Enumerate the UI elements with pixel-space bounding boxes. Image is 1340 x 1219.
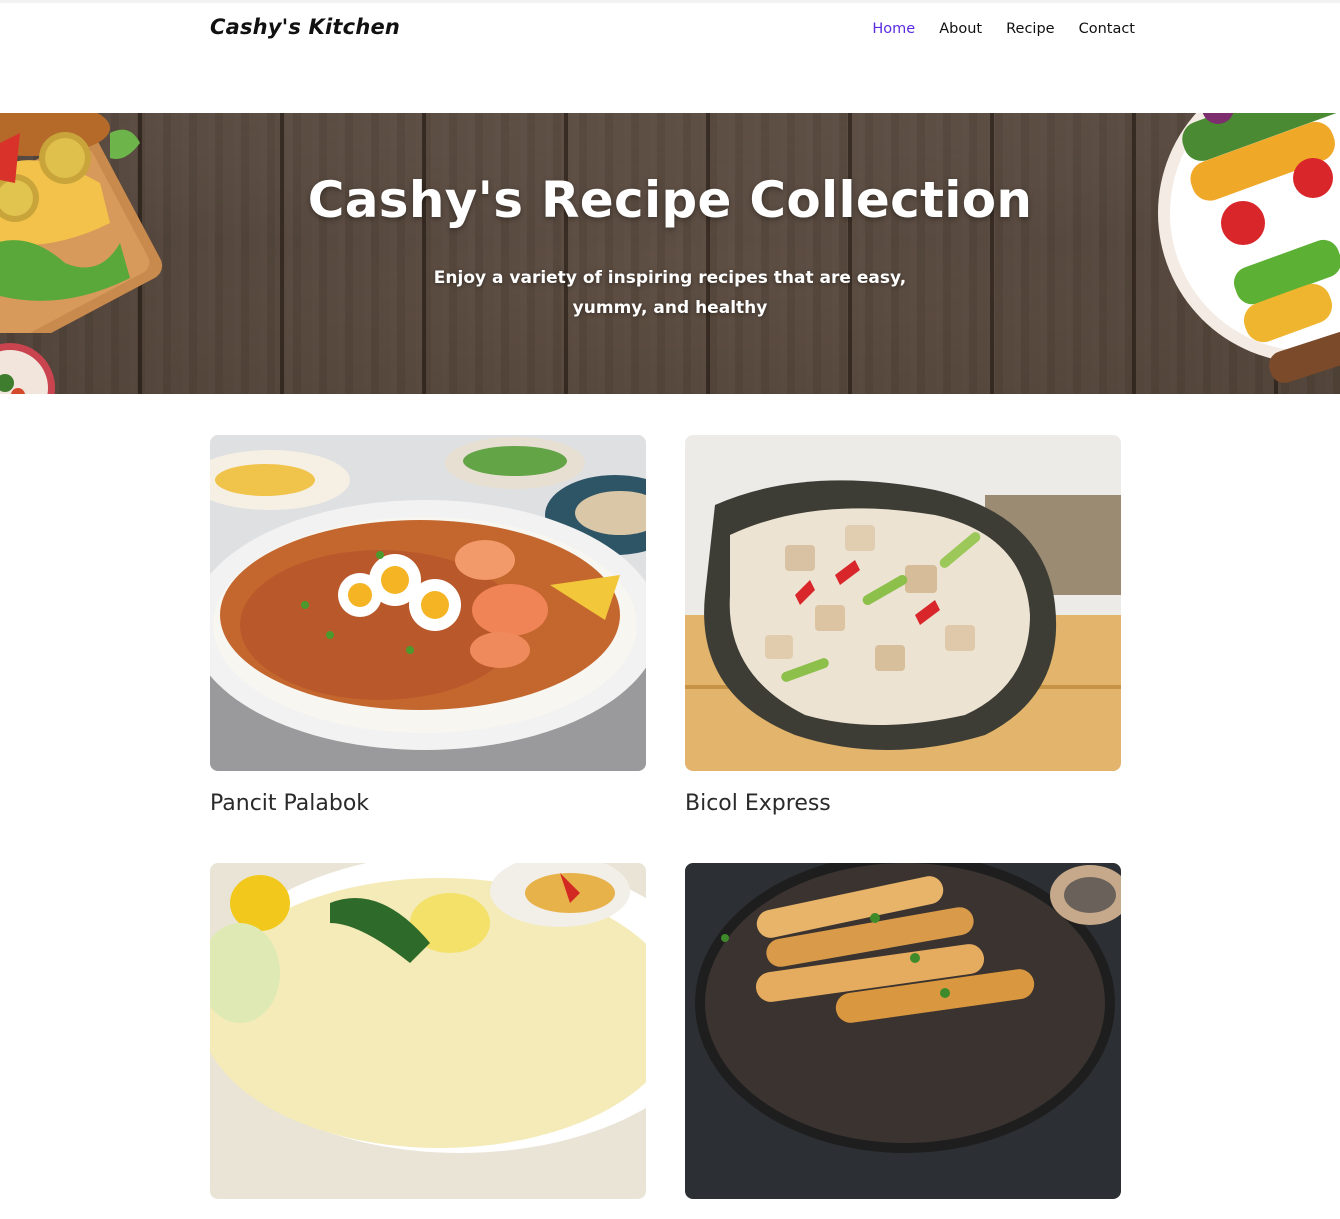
- recipe-card: Bicol Express: [685, 435, 1121, 816]
- bicol-express-photo[interactable]: [685, 435, 1121, 771]
- hero-overlay: [0, 113, 1340, 394]
- nav-about-link[interactable]: About: [939, 21, 982, 37]
- nilaga-soup-photo[interactable]: [210, 863, 646, 1199]
- hero-subtitle: Enjoy a variety of inspiring recipes tha…: [433, 268, 907, 318]
- recipe-title[interactable]: Bicol Express: [685, 791, 1121, 816]
- brand-logo[interactable]: Cashy's Kitchen: [210, 15, 400, 39]
- hero-banner: Cashy's Recipe Collection Enjoy a variet…: [0, 113, 1340, 394]
- nav-recipe-link[interactable]: Recipe: [1006, 21, 1054, 37]
- recipe-card: [685, 863, 1121, 1219]
- recipe-card: [210, 863, 646, 1219]
- nav-home-link[interactable]: Home: [872, 21, 915, 37]
- recipe-card: Pancit Palabok: [210, 435, 646, 816]
- hero-title: Cashy's Recipe Collection: [307, 171, 1033, 229]
- kebab-plate-image: [1158, 113, 1340, 383]
- nav-contact-link[interactable]: Contact: [1079, 21, 1135, 37]
- recipe-title[interactable]: Pancit Palabok: [210, 791, 646, 816]
- navbar: Cashy's Kitchen Home About Recipe Contac…: [0, 0, 1340, 56]
- nav-menu: Home About Recipe Contact: [848, 21, 1135, 37]
- salad-bowl-image: [0, 343, 55, 394]
- lumpia-photo[interactable]: [685, 863, 1121, 1199]
- pancit-palabok-photo[interactable]: [210, 435, 646, 771]
